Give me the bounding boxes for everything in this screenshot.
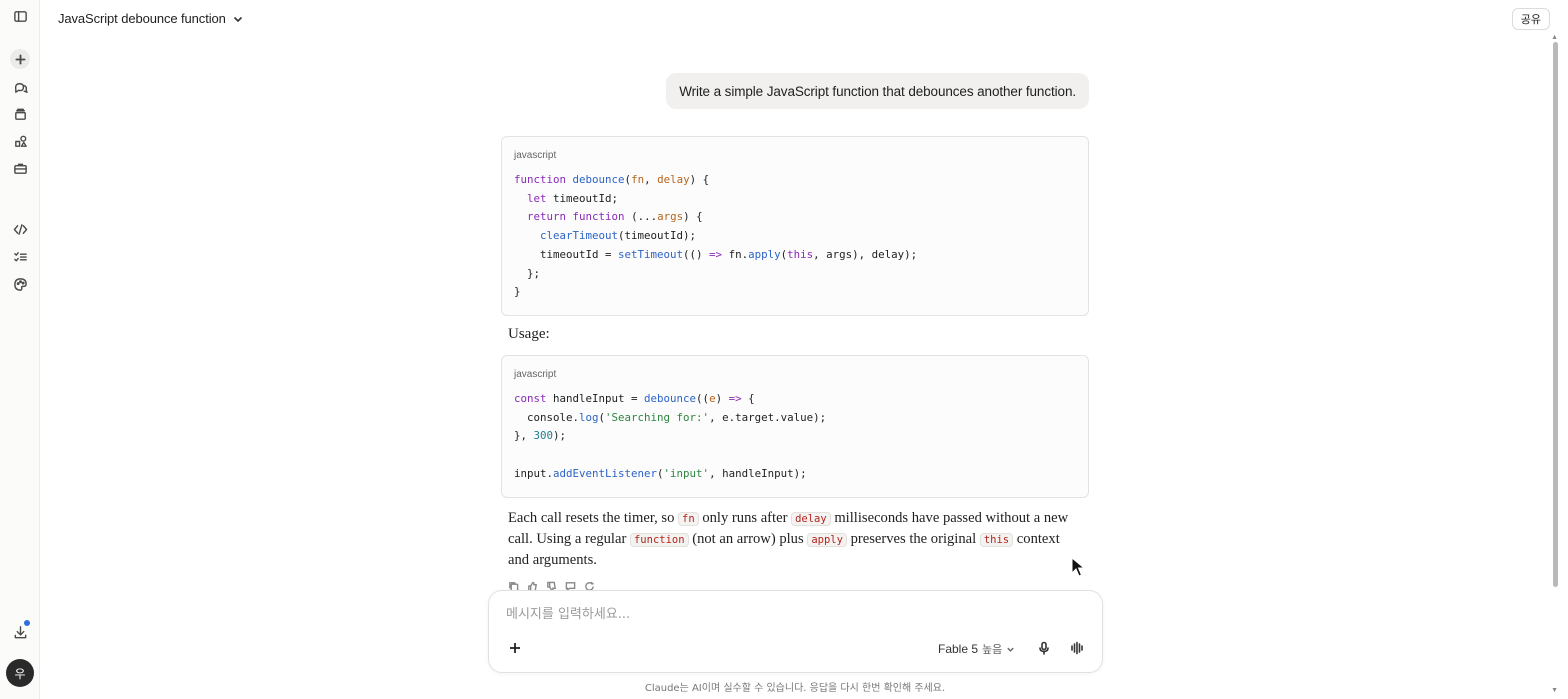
code-language-label: javascript (514, 150, 557, 161)
voice-mode-button[interactable] (1068, 639, 1086, 657)
code-block-debounce: javascript function debounce(fn, delay) … (501, 136, 1089, 316)
code-line: input.addEventListener('input', handleIn… (514, 466, 807, 480)
new-chat-button[interactable] (10, 49, 30, 69)
code-content[interactable]: const handleInput = debounce((e) => { co… (502, 380, 1088, 496)
assistant-explanation: Each call resets the timer, so fn only r… (508, 508, 1080, 570)
code-content[interactable]: function debounce(fn, delay) { let timeo… (502, 161, 1088, 314)
shapes-icon[interactable] (8, 129, 32, 153)
code-line: let timeoutId; (527, 191, 619, 205)
code-line: }, 300); (514, 429, 567, 443)
message-input[interactable] (506, 607, 1066, 622)
mouse-cursor-icon (1071, 557, 1085, 577)
code-line: console.log('Searching for:', e.target.v… (514, 410, 827, 424)
microphone-icon (1039, 641, 1049, 655)
model-level: 높음 (982, 643, 1003, 656)
code-line: clearTimeout(timeoutId); (540, 229, 697, 243)
model-selector[interactable]: Fable 5 높음 (938, 641, 1015, 657)
code-line: }; (514, 266, 541, 280)
palette-icon[interactable] (8, 272, 32, 296)
explanation-text: (not an arrow) plus (688, 531, 808, 547)
inline-code: apply (807, 533, 847, 547)
scrollbar-thumb[interactable] (1553, 42, 1558, 587)
scroll-up-arrow[interactable]: ▲ (1551, 34, 1558, 41)
code-line: const handleInput = debounce((e) => { (514, 392, 755, 405)
inline-code: fn (678, 512, 699, 526)
chevron-down-icon (1007, 647, 1014, 652)
plus-icon (14, 53, 26, 65)
explanation-text: Each call resets the timer, so (508, 510, 679, 526)
microphone-button[interactable] (1036, 639, 1052, 657)
chat-bubbles-icon[interactable] (8, 75, 32, 99)
code-line: return function (...args) { (527, 210, 703, 224)
usage-label: Usage: (508, 326, 550, 342)
code-icon[interactable] (8, 217, 32, 241)
attach-button[interactable] (507, 640, 523, 656)
share-button[interactable]: 공유 (1511, 8, 1550, 30)
sidebar-panel-icon[interactable] (8, 4, 32, 28)
code-line: function debounce(fn, delay) { (514, 173, 710, 186)
model-name: Fable 5 (938, 642, 979, 656)
chevron-down-icon (233, 16, 242, 22)
inline-code: function (629, 533, 689, 547)
disclaimer-text: Claude는 AI이며 실수할 수 있습니다. 응답을 다시 한번 확인해 주… (644, 683, 946, 694)
explanation-text: preserves the original (846, 531, 980, 547)
user-message: Write a simple JavaScript function that … (666, 73, 1089, 109)
code-line: timeoutId = setTimeout(() => fn.apply(th… (514, 247, 918, 261)
notification-dot (24, 620, 30, 626)
waveform-icon (1071, 641, 1083, 655)
code-line: } (514, 285, 521, 299)
inline-code: this (979, 533, 1014, 547)
stack-icon[interactable] (8, 102, 32, 126)
inline-code: delay (791, 512, 831, 526)
code-language-label: javascript (514, 369, 557, 380)
explanation-text: only runs after (698, 510, 792, 526)
sidebar: 우 (0, 0, 40, 699)
message-composer: Fable 5 높음 (488, 590, 1103, 673)
code-block-usage: javascript const handleInput = debounce(… (501, 355, 1089, 498)
user-message-text: Write a simple JavaScript function that … (679, 83, 1076, 99)
chat-title-dropdown[interactable]: JavaScript debounce function (58, 11, 244, 26)
briefcase-icon[interactable] (8, 156, 32, 180)
checklist-icon[interactable] (8, 245, 32, 269)
plus-icon (510, 643, 520, 653)
chat-title: JavaScript debounce function (58, 11, 226, 26)
